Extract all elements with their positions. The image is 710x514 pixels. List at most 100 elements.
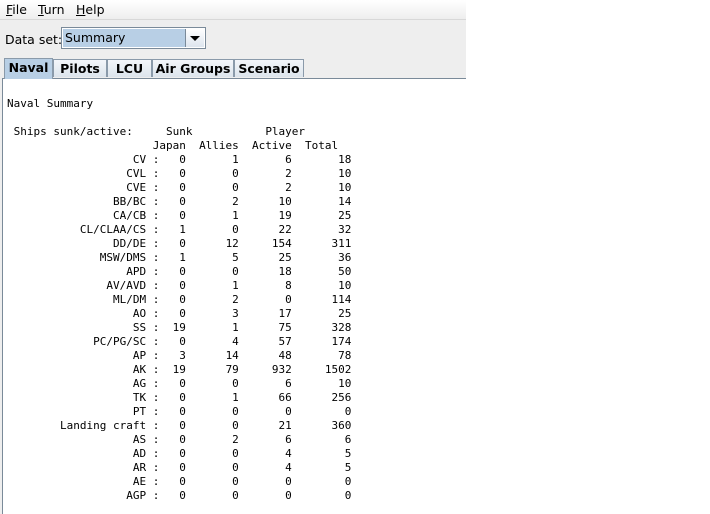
row-allies-sunk: 4 (185, 335, 239, 348)
column-header-japan: Japan (152, 139, 200, 152)
row-total: 36 (291, 251, 352, 264)
row-type: CVE (7, 181, 147, 194)
row-japan-sunk: 0 (159, 433, 186, 446)
group-header-sunk: Sunk (159, 125, 200, 138)
row-active: 932 (238, 363, 292, 376)
row-allies-sunk: 2 (185, 293, 239, 306)
dataset-select[interactable]: Summary (61, 27, 206, 49)
row-active: 75 (238, 321, 292, 334)
row-total: 0 (291, 475, 352, 488)
row-active: 2 (238, 181, 292, 194)
row-type: AE (7, 475, 147, 488)
row-japan-sunk: 0 (159, 391, 186, 404)
row-allies-sunk: 1 (185, 321, 239, 334)
row-japan-sunk: 0 (159, 447, 186, 460)
row-total: 0 (291, 489, 352, 502)
row-japan-sunk: 19 (159, 321, 186, 334)
row-japan-sunk: 0 (159, 419, 186, 432)
row-active: 18 (238, 265, 292, 278)
row-type: AG (7, 377, 147, 390)
row-type: AD (7, 447, 147, 460)
application-window: File Turn Help Data set: Summary Naval P… (0, 0, 466, 514)
row-total: 50 (291, 265, 352, 278)
row-active: 6 (238, 433, 292, 446)
row-total: 18 (291, 153, 352, 166)
row-type: DD/DE (7, 237, 147, 250)
menu-bar: File Turn Help (0, 0, 466, 20)
row-total: 25 (291, 209, 352, 222)
row-allies-sunk: 1 (185, 209, 239, 222)
row-japan-sunk: 0 (159, 195, 186, 208)
row-allies-sunk: 0 (185, 489, 239, 502)
row-type: AR (7, 461, 147, 474)
row-japan-sunk: 0 (159, 181, 186, 194)
row-type: TK (7, 391, 147, 404)
row-allies-sunk: 0 (185, 447, 239, 460)
menu-turn[interactable]: Turn (38, 2, 65, 17)
row-type: AK (7, 363, 147, 376)
row-active: 4 (238, 461, 292, 474)
row-allies-sunk: 3 (185, 307, 239, 320)
tab-air-groups[interactable]: Air Groups (152, 59, 234, 77)
tab-lcu[interactable]: LCU (107, 59, 152, 77)
row-japan-sunk: 0 (159, 153, 186, 166)
section-label: Ships sunk/active: (13, 125, 160, 138)
row-type: SS (7, 321, 147, 334)
row-active: 4 (238, 447, 292, 460)
dataset-label: Data set: (5, 32, 63, 47)
row-type: Landing craft (7, 419, 147, 432)
row-japan-sunk: 1 (159, 251, 186, 264)
row-type: PC/PG/SC (7, 335, 147, 348)
row-total: 5 (291, 447, 352, 460)
row-japan-sunk: 0 (159, 209, 186, 222)
tab-pilots[interactable]: Pilots (53, 59, 107, 77)
row-japan-sunk: 0 (159, 167, 186, 180)
column-header-active: Active (252, 139, 306, 152)
row-active: 0 (238, 405, 292, 418)
row-total: 328 (291, 321, 352, 334)
row-allies-sunk: 14 (185, 349, 239, 362)
row-japan-sunk: 0 (159, 405, 186, 418)
row-total: 174 (291, 335, 352, 348)
row-type: AS (7, 433, 147, 446)
tab-scenario[interactable]: Scenario (234, 59, 304, 77)
row-japan-sunk: 0 (159, 335, 186, 348)
menu-help[interactable]: Help (76, 2, 105, 17)
row-active: 0 (238, 489, 292, 502)
row-total: 78 (291, 349, 352, 362)
row-active: 2 (238, 167, 292, 180)
row-type: CV (7, 153, 147, 166)
row-japan-sunk: 3 (159, 349, 186, 362)
menu-file[interactable]: File (6, 2, 27, 17)
row-allies-sunk: 1 (185, 153, 239, 166)
row-japan-sunk: 0 (159, 265, 186, 278)
group-header-player: Player (265, 125, 306, 138)
row-total: 10 (291, 377, 352, 390)
row-japan-sunk: 0 (159, 461, 186, 474)
row-active: 19 (238, 209, 292, 222)
row-active: 66 (238, 391, 292, 404)
row-active: 10 (238, 195, 292, 208)
row-total: 5 (291, 461, 352, 474)
row-japan-sunk: 1 (159, 223, 186, 236)
row-allies-sunk: 0 (185, 419, 239, 432)
row-allies-sunk: 0 (185, 265, 239, 278)
row-total: 10 (291, 181, 352, 194)
row-active: 6 (238, 377, 292, 390)
row-japan-sunk: 0 (159, 237, 186, 250)
row-active: 0 (238, 475, 292, 488)
report-title: Naval Summary (7, 97, 94, 110)
tab-naval[interactable]: Naval (4, 58, 53, 79)
row-total: 360 (291, 419, 352, 432)
row-type: ML/DM (7, 293, 147, 306)
row-allies-sunk: 2 (185, 195, 239, 208)
row-type: AGP (7, 489, 147, 502)
report-panel[interactable]: Naval Summary Ships sunk/active: Sunk Pl… (2, 78, 466, 514)
column-header-total: Total (305, 139, 339, 152)
row-type: AP (7, 349, 147, 362)
row-allies-sunk: 2 (185, 433, 239, 446)
row-japan-sunk: 0 (159, 377, 186, 390)
row-total: 14 (291, 195, 352, 208)
row-total: 10 (291, 279, 352, 292)
chevron-down-icon[interactable] (185, 29, 204, 47)
